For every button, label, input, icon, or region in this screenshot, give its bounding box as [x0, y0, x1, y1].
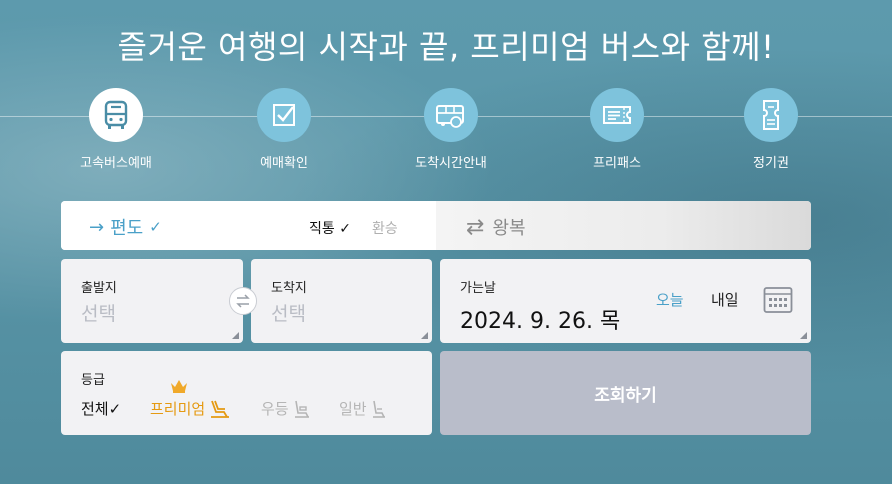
grade-normal-option[interactable]: 일반	[339, 398, 387, 419]
grade-field: 등급 전체✓ 프리미엄 우등 일반	[61, 351, 432, 435]
direct-route-toggle[interactable]: 직통 ✓	[309, 218, 351, 238]
check-icon: ✓	[108, 400, 122, 418]
round-trip-tab[interactable]: ⇄ 왕복	[436, 201, 811, 250]
menu-item-booking-check[interactable]: 예매확인	[229, 88, 339, 171]
grade-first-option[interactable]: 우등	[261, 398, 311, 419]
oneway-option[interactable]: → 편도 ✓	[89, 214, 162, 240]
season-pass-icon	[744, 88, 798, 142]
oneway-tab[interactable]: → 편도 ✓ 직통 ✓ 환승	[61, 201, 436, 250]
check-icon: ✓	[339, 221, 351, 237]
departure-field[interactable]: 출발지 선택	[61, 259, 243, 343]
swap-icon	[236, 294, 250, 308]
grade-premium-option[interactable]: 프리미엄	[150, 398, 231, 419]
seat-icon	[211, 400, 230, 418]
arrival-caption: 도착지	[271, 281, 307, 296]
direct-label: 직통	[309, 221, 335, 237]
checkbox-icon	[257, 88, 311, 142]
check-icon: ✓	[149, 218, 162, 236]
arrival-placeholder: 선택	[271, 303, 306, 325]
round-trip-label: 왕복	[492, 218, 526, 239]
date-field[interactable]: 가는날 2024. 9. 26. 목 오늘 내일	[440, 259, 811, 343]
grade-all-option[interactable]: 전체✓	[81, 398, 121, 419]
swap-route-button[interactable]	[229, 287, 257, 315]
menu-item-label: 정기권	[753, 156, 789, 171]
arrival-field[interactable]: 도착지 선택	[251, 259, 432, 343]
date-value: 2024. 9. 26. 목	[460, 309, 621, 334]
bus-time-icon	[424, 88, 478, 142]
grade-premium-label: 프리미엄	[150, 400, 206, 418]
departure-placeholder: 선택	[81, 303, 116, 325]
date-caption: 가는날	[460, 281, 496, 296]
crown-icon	[170, 378, 188, 397]
grade-all-label: 전체	[81, 400, 109, 418]
menu-item-arrival-time[interactable]: 도착시간안내	[396, 88, 506, 171]
grade-first-label: 우등	[261, 400, 289, 418]
search-button[interactable]: 조회하기	[440, 351, 811, 435]
tomorrow-button[interactable]: 내일	[711, 289, 739, 310]
oneway-label: 편도	[110, 218, 144, 239]
menu-item-label: 고속버스예매	[80, 156, 152, 171]
seat-icon	[372, 400, 385, 418]
menu-item-season-pass[interactable]: 정기권	[716, 88, 826, 171]
round-trip-option[interactable]: ⇄ 왕복	[466, 214, 526, 240]
menu-item-label: 프리패스	[593, 156, 641, 171]
hero-title: 즐거운 여행의 시작과 끝, 프리미엄 버스와 함께!	[117, 28, 775, 66]
menu-item-label: 예매확인	[260, 156, 308, 171]
trip-type-bar: → 편도 ✓ 직통 ✓ 환승 ⇄ 왕복	[61, 201, 811, 250]
bus-icon	[89, 88, 143, 142]
menu-item-bus-booking[interactable]: 고속버스예매	[61, 88, 171, 171]
departure-caption: 출발지	[81, 281, 117, 296]
corner-indicator-icon	[800, 332, 807, 339]
corner-indicator-icon	[232, 332, 239, 339]
arrow-right-icon: →	[89, 216, 105, 238]
seat-icon	[294, 400, 309, 418]
grade-caption: 등급	[81, 373, 105, 388]
today-button[interactable]: 오늘	[656, 289, 684, 310]
corner-indicator-icon	[421, 332, 428, 339]
menu-item-label: 도착시간안내	[415, 156, 487, 171]
calendar-icon[interactable]	[763, 286, 793, 318]
grade-normal-label: 일반	[339, 400, 367, 418]
transfer-route-toggle[interactable]: 환승	[372, 218, 398, 238]
swap-arrows-icon: ⇄	[466, 214, 485, 240]
ticket-icon	[590, 88, 644, 142]
menu-item-free-pass[interactable]: 프리패스	[562, 88, 672, 171]
